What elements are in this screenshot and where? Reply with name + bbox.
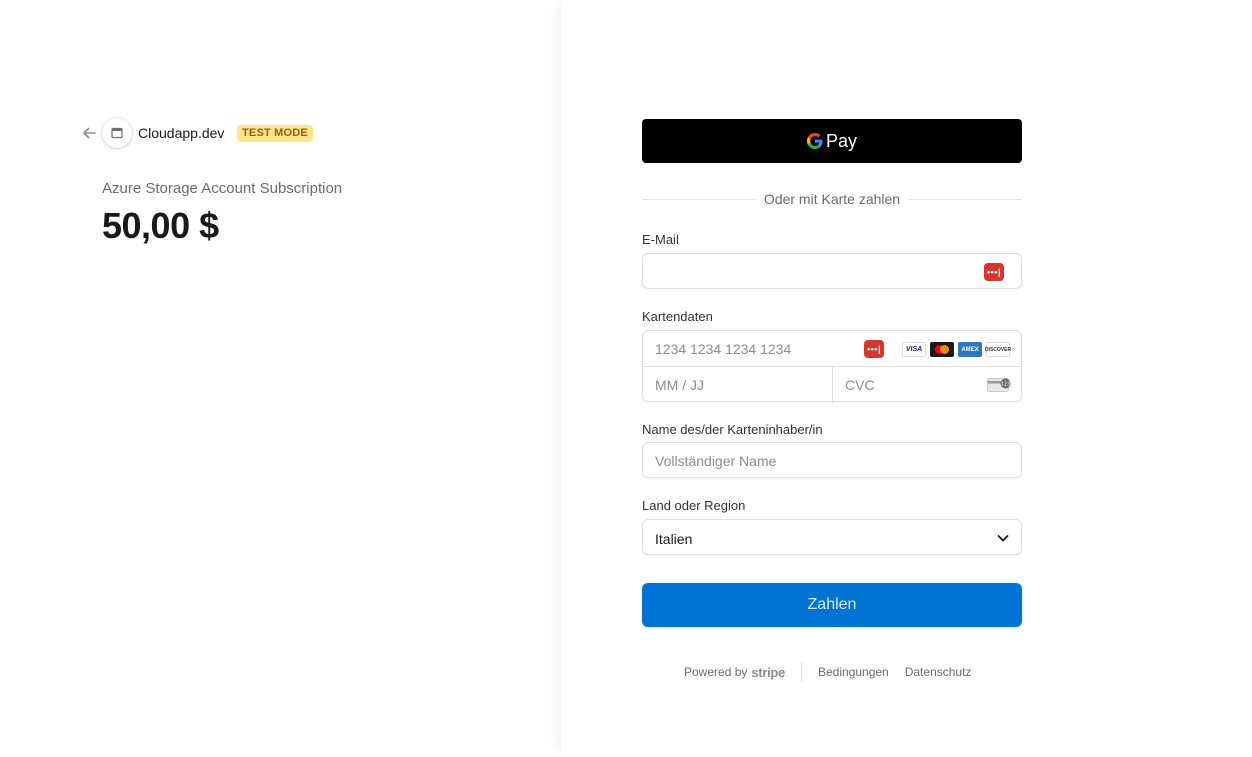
discover-icon: DISCOVER <box>985 342 1011 357</box>
stripe-logo: stripe <box>751 664 785 680</box>
cardholder-placeholder: Vollständiger Name <box>655 453 777 469</box>
order-summary-pane: Cloudapp.dev TEST MODE Azure Storage Acc… <box>0 0 561 757</box>
privacy-link[interactable]: Datenschutz <box>905 665 972 679</box>
cardholder-name-input[interactable]: Vollständiger Name <box>642 442 1022 478</box>
pay-button[interactable]: Zahlen <box>642 583 1022 627</box>
divider: Oder mit Karte zahlen <box>642 190 1023 208</box>
product-name: Azure Storage Account Subscription <box>102 180 343 197</box>
expiry-placeholder: MM / JJ <box>655 377 704 393</box>
terms-link[interactable]: Bedingungen <box>818 665 889 679</box>
powered-by-label: Powered by <box>684 665 748 679</box>
email-label: E-Mail <box>642 232 679 247</box>
amex-icon: AMEX <box>958 342 982 357</box>
merchant-logo-icon <box>102 118 132 148</box>
merchant-name: Cloudapp.dev <box>138 125 225 141</box>
test-mode-badge: TEST MODE <box>237 125 313 142</box>
divider-text: Oder mit Karte zahlen <box>763 191 901 207</box>
card-details-label: Kartendaten <box>642 309 713 324</box>
google-pay-button[interactable]: Pay <box>642 119 1022 163</box>
svg-text:123: 123 <box>1001 382 1011 388</box>
back-arrow-icon[interactable] <box>78 122 100 144</box>
footer: Powered by stripe Bedingungen Datenschut… <box>684 662 987 682</box>
cardholder-label: Name des/der Karteninhaber/in <box>642 422 823 437</box>
product-price: 50,00 $ <box>102 205 219 246</box>
country-selected-value: Italien <box>655 531 693 547</box>
card-number-input[interactable]: 1234 1234 1234 1234 •••| VISA AMEX DISCO… <box>643 331 1021 367</box>
visa-icon: VISA <box>902 342 926 357</box>
mastercard-icon <box>930 342 954 357</box>
expiry-input[interactable]: MM / JJ <box>643 367 833 403</box>
cvc-card-icon: 123 <box>987 378 1011 392</box>
cvc-input[interactable]: CVC 123 <box>833 367 1023 403</box>
password-manager-icon[interactable]: •••| <box>984 263 1004 281</box>
card-details-group: 1234 1234 1234 1234 •••| VISA AMEX DISCO… <box>642 330 1023 403</box>
chevron-down-icon <box>997 535 1009 542</box>
email-field[interactable]: •••| <box>642 253 1022 289</box>
google-g-icon <box>806 133 823 149</box>
powered-by-stripe[interactable]: Powered by stripe <box>684 665 785 680</box>
country-select[interactable]: Italien <box>642 519 1022 555</box>
card-number-placeholder: 1234 1234 1234 1234 <box>655 341 792 357</box>
google-pay-label: Pay <box>825 130 858 151</box>
country-label: Land oder Region <box>642 498 746 513</box>
pay-button-label: Zahlen <box>807 596 857 613</box>
cvc-placeholder: CVC <box>845 377 875 393</box>
password-manager-icon[interactable]: •••| <box>864 340 884 358</box>
footer-separator <box>800 662 802 682</box>
